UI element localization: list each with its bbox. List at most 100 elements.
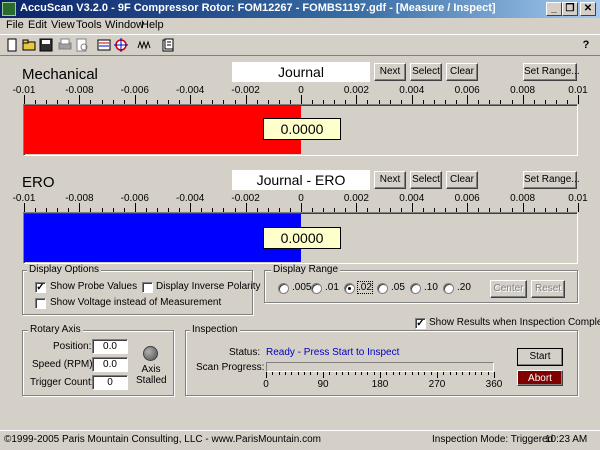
position-label: Position:	[53, 341, 92, 352]
mechanical-bar	[24, 106, 301, 154]
speed-field[interactable]: 0.0	[92, 357, 128, 372]
ero-label: ERO	[22, 174, 55, 191]
progress-tick	[399, 372, 400, 375]
progress-tick	[468, 372, 470, 375]
range-radio[interactable]	[278, 283, 289, 294]
reset-button[interactable]: Reset	[531, 280, 565, 298]
progress-tick	[481, 372, 483, 375]
progress-tick	[462, 372, 464, 375]
abort-button[interactable]: Abort	[517, 370, 563, 386]
close-button[interactable]: ✕	[580, 2, 596, 16]
ero-set-range-button[interactable]: Set Range...	[523, 171, 580, 189]
print-preview-icon[interactable]	[74, 37, 90, 53]
display-inverse-polarity-label[interactable]: Display Inverse Polarity	[156, 281, 260, 292]
show-probe-values-label[interactable]: Show Probe Values	[50, 281, 137, 292]
menu-edit[interactable]: Edit	[28, 19, 47, 31]
minimize-button[interactable]: _	[546, 2, 562, 16]
mechanical-clear-button[interactable]: Clear	[446, 63, 478, 81]
progress-tick-label: 90	[317, 379, 329, 390]
scan-progress-bar	[266, 362, 494, 372]
range-radio[interactable]	[344, 283, 355, 294]
show-probe-values-checkbox[interactable]: ✓	[35, 282, 46, 293]
ero-clear-button[interactable]: Clear	[446, 171, 478, 189]
mechanical-set-range-button[interactable]: Set Range...	[523, 63, 580, 81]
display-inverse-polarity-checkbox[interactable]	[142, 282, 153, 293]
mechanical-next-button[interactable]: Next	[374, 63, 406, 81]
range-radio[interactable]	[377, 283, 388, 294]
position-field[interactable]: 0.0	[92, 339, 128, 354]
menu-tools[interactable]: Tools	[76, 19, 102, 31]
report-icon[interactable]	[160, 37, 176, 53]
show-results-checkbox[interactable]: ✓	[415, 318, 426, 329]
show-results-label[interactable]: Show Results when Inspection Completes	[429, 317, 600, 328]
mechanical-scale-tick	[356, 95, 358, 104]
show-voltage-checkbox[interactable]	[35, 298, 46, 309]
menu-view[interactable]: View	[51, 19, 75, 31]
progress-tick	[323, 372, 324, 378]
clock-text: 10:23 AM	[545, 434, 588, 445]
range-radio-label[interactable]: .01	[325, 282, 339, 293]
mechanical-scale-tick	[245, 95, 247, 104]
progress-tick	[310, 372, 312, 375]
menu-window[interactable]: Window	[105, 19, 144, 31]
progress-tick	[418, 372, 419, 375]
display-range-options: .005 .01 .02 .05 .10 .20	[278, 281, 478, 295]
menu-help[interactable]: Help	[141, 19, 164, 31]
range-radio-label[interactable]: .20	[457, 282, 471, 293]
ero-scale-tick	[134, 203, 136, 212]
mechanical-scale-tick	[411, 95, 413, 104]
probe-icon[interactable]	[96, 37, 112, 53]
copyright-text: ©1999-2005 Paris Mountain Consulting, LL…	[4, 434, 321, 445]
status-value: Ready - Press Start to Inspect	[266, 347, 400, 358]
range-radio-label[interactable]: .02	[357, 281, 373, 294]
open-folder-icon[interactable]	[21, 37, 37, 53]
speed-label: Speed (RPM):	[32, 359, 96, 370]
progress-tick	[367, 372, 369, 375]
progress-tick	[487, 372, 489, 375]
restore-button[interactable]: ❐	[562, 2, 578, 16]
inspection-mode-text: Inspection Mode: Triggered	[432, 434, 554, 445]
progress-tick-label: 360	[485, 379, 503, 390]
app-icon[interactable]	[2, 2, 16, 16]
ero-next-button[interactable]: Next	[374, 171, 406, 189]
ero-scale-tick	[245, 203, 247, 212]
trigger-count-label: Trigger Count:	[30, 377, 94, 388]
progress-tick	[373, 372, 375, 375]
range-radio[interactable]	[410, 283, 421, 294]
start-button[interactable]: Start	[517, 348, 563, 366]
progress-tick	[342, 372, 343, 375]
range-radio-label[interactable]: .10	[424, 282, 438, 293]
menu-file[interactable]: File	[6, 19, 24, 31]
range-radio-label[interactable]: .05	[391, 282, 405, 293]
range-radio[interactable]	[443, 283, 454, 294]
ero-scale-tick	[522, 203, 524, 212]
ero-bar	[24, 214, 301, 262]
waveform-icon[interactable]	[136, 37, 152, 53]
progress-tick	[386, 372, 388, 375]
new-file-icon[interactable]	[4, 37, 20, 53]
print-icon[interactable]	[57, 37, 73, 53]
save-icon[interactable]	[38, 37, 54, 53]
range-radio-label[interactable]: .005	[292, 282, 311, 293]
center-button[interactable]: Center	[490, 280, 527, 298]
target-icon[interactable]	[113, 37, 129, 53]
progress-tick	[316, 372, 318, 375]
show-voltage-label[interactable]: Show Voltage instead of Measurement	[50, 297, 221, 308]
mechanical-scale-tick	[467, 95, 469, 104]
progress-tick-label: 270	[428, 379, 446, 390]
context-help-icon[interactable]: ?	[578, 37, 594, 53]
progress-tick	[443, 372, 445, 375]
mechanical-select-button[interactable]: Select	[410, 63, 442, 81]
progress-tick	[278, 372, 280, 375]
progress-tick	[437, 372, 438, 378]
ero-select-button[interactable]: Select	[410, 171, 442, 189]
progress-tick	[392, 372, 394, 375]
range-radio[interactable]	[311, 283, 322, 294]
window-title: AccuScan V3.2.0 - 9F Compressor Rotor: F…	[20, 2, 496, 14]
scan-progress-label: Scan Progress:	[196, 362, 265, 373]
trigger-count-field[interactable]: 0	[92, 375, 128, 390]
ero-scale-tick	[301, 203, 302, 212]
mechanical-scale-tick	[190, 95, 192, 104]
mechanical-scale-tick	[79, 95, 81, 104]
mechanical-scale-tick	[134, 95, 136, 104]
